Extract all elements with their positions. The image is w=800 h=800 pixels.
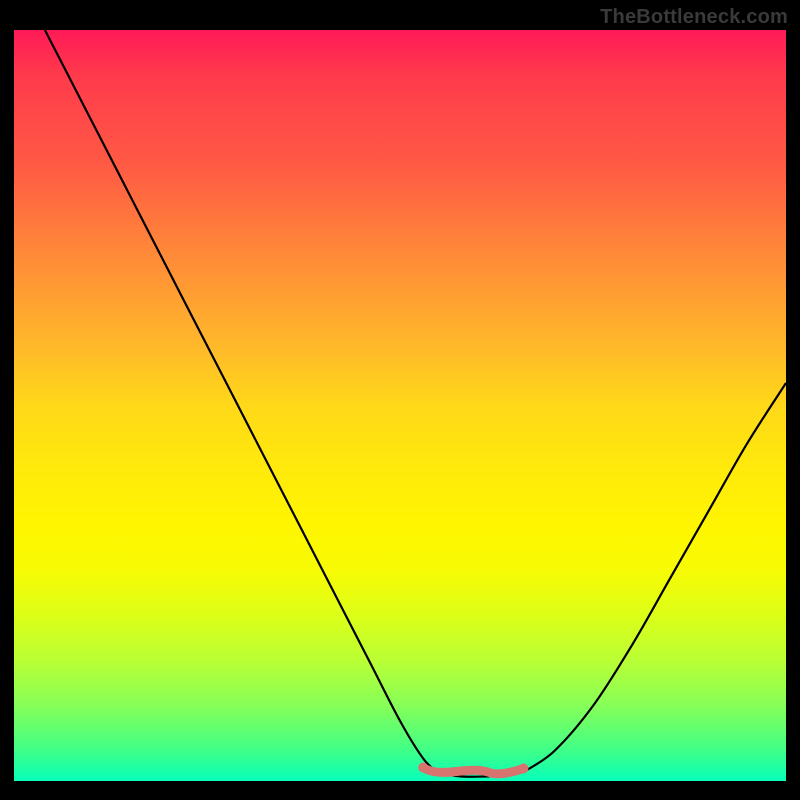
band-cap-right (519, 764, 529, 774)
plot-area (14, 30, 786, 781)
band-cap-left (418, 763, 428, 773)
watermark: TheBottleneck.com (600, 6, 788, 29)
curve-layer (14, 30, 786, 781)
curve-left-branch (45, 30, 439, 774)
highlight-band (423, 768, 523, 774)
curve-right-branch (524, 383, 787, 772)
chart-canvas: TheBottleneck.com (0, 0, 800, 800)
